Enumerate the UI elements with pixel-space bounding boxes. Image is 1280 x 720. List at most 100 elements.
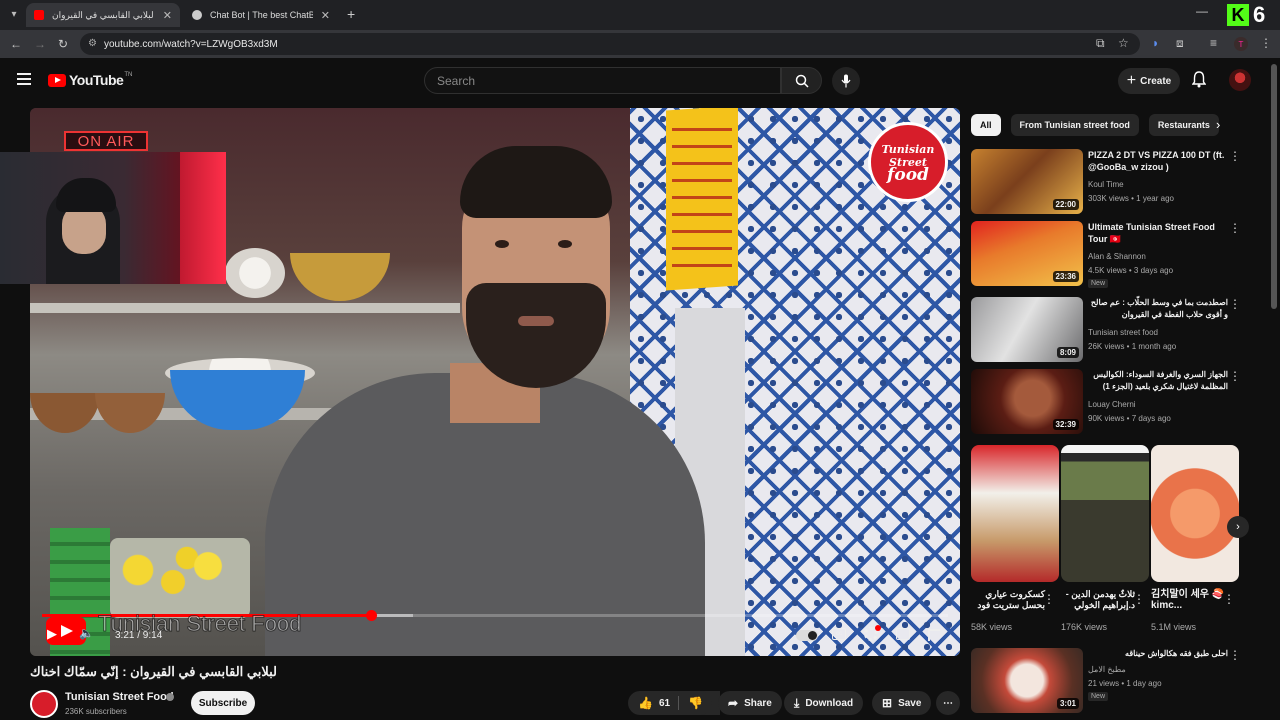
recommendation-title[interactable]: Ultimate Tunisian Street Food Tour 🇹🇳 xyxy=(1088,221,1228,245)
recommendation-title[interactable]: PIZZA 2 DT VS PIZZA 100 DT (ft. @GooBa_w… xyxy=(1088,149,1228,173)
volume-icon[interactable]: 🔈 xyxy=(79,626,94,640)
chip-all[interactable]: All xyxy=(971,114,1001,136)
chip-from-channel[interactable]: From Tunisian street food xyxy=(1010,114,1139,136)
short-thumbnail[interactable] xyxy=(1061,445,1149,582)
close-tab-icon[interactable]: ✕ xyxy=(321,9,330,22)
shelf xyxy=(30,303,460,313)
recommendation-item[interactable]: 8:09 اصطدمت بما في وسط الحلّاب : عم صالح… xyxy=(971,297,1251,365)
streamer-cap xyxy=(56,178,116,212)
forward-icon[interactable]: → xyxy=(34,37,46,51)
share-icon: ➦ xyxy=(728,696,739,710)
more-vertical-icon[interactable]: ⋮ xyxy=(1229,369,1241,383)
reload-icon[interactable]: ↻ xyxy=(58,37,68,51)
more-vertical-icon[interactable]: ⋮ xyxy=(1229,149,1241,163)
tab-title: Chat Bot | The best ChatBot ar xyxy=(210,10,313,20)
chevron-right-icon[interactable]: › xyxy=(1216,117,1220,132)
back-icon[interactable]: ← xyxy=(10,37,22,51)
account-avatar[interactable] xyxy=(1229,69,1251,91)
search-icon xyxy=(795,74,809,88)
recommendation-title[interactable]: الجهاز السري والغرفة السوداء: الكواليس ا… xyxy=(1088,369,1228,393)
recommendation-channel[interactable]: Tunisian street food xyxy=(1088,328,1158,337)
recommendation-channel[interactable]: Louay Cherni xyxy=(1088,400,1136,409)
search-button[interactable] xyxy=(781,67,822,94)
share-button[interactable]: ➦ Share xyxy=(718,691,782,715)
time-display: 3:21 / 9:14 xyxy=(115,630,163,641)
more-vertical-icon[interactable]: ⋮ xyxy=(1133,592,1145,606)
more-vertical-icon[interactable]: ⋮ xyxy=(1229,221,1241,235)
download-button[interactable]: ⤓ Download xyxy=(784,691,864,715)
recommendation-channel[interactable]: Alan & Shannon xyxy=(1088,252,1146,261)
plus-icon: + xyxy=(1126,72,1137,89)
person-eye xyxy=(495,240,509,248)
voice-search-button[interactable] xyxy=(832,67,860,95)
more-actions-button[interactable]: ⋯ xyxy=(936,691,960,715)
more-vertical-icon[interactable]: ⋮ xyxy=(1223,592,1235,606)
recommendation-title[interactable]: اصطدمت بما في وسط الحلّاب : عم صالح و أق… xyxy=(1088,297,1228,321)
tab-chatbot[interactable]: Chat Bot | The best ChatBot ar ✕ xyxy=(184,3,338,27)
video-thumbnail[interactable]: 32:39 xyxy=(971,369,1083,434)
url-text: youtube.com/watch?v=LZWgOB3xd3M xyxy=(104,38,278,50)
recommendation-channel[interactable]: مطبخ الامل xyxy=(1088,665,1126,674)
duration-badge: 8:09 xyxy=(1056,347,1079,358)
tab-search-icon[interactable]: ▾ xyxy=(6,6,22,22)
recommendation-item[interactable]: 32:39 الجهاز السري والغرفة السوداء: الكو… xyxy=(971,369,1251,437)
extensions-puzzle-icon[interactable]: ⧈ xyxy=(1176,36,1184,51)
menu-icon[interactable] xyxy=(17,73,31,85)
subscriber-count: 236K subscribers xyxy=(65,707,127,716)
short-title[interactable]: كسكروت عياري بحسل ستريت فود xyxy=(971,589,1045,611)
like-count: 61 xyxy=(658,697,671,709)
thumbs-down-icon: 👎 xyxy=(688,696,703,710)
site-info-icon[interactable]: ⚙ xyxy=(88,38,97,49)
recommendation-item[interactable]: 23:36 Ultimate Tunisian Street Food Tour… xyxy=(971,221,1251,289)
dislike-button[interactable]: 👎 xyxy=(680,691,712,715)
subscribe-button[interactable]: Subscribe xyxy=(191,691,255,715)
video-thumbnail[interactable]: 8:09 xyxy=(971,297,1083,362)
more-vertical-icon[interactable]: ⋮ xyxy=(1229,648,1241,662)
install-app-icon[interactable]: ⧉ xyxy=(1096,36,1105,51)
video-thumbnail[interactable]: 22:00 xyxy=(971,149,1083,214)
fullscreen-icon[interactable] xyxy=(928,629,940,641)
shorts-next-button[interactable]: › xyxy=(1227,516,1249,538)
create-button[interactable]: + Create xyxy=(1118,68,1180,94)
page-scrollbar[interactable] xyxy=(1271,64,1277,309)
browser-profile-avatar[interactable]: T xyxy=(1234,37,1248,51)
browser-menu-icon[interactable]: ⋮ xyxy=(1260,36,1272,50)
video-thumbnail[interactable]: 23:36 xyxy=(971,221,1083,286)
recommendation-channel[interactable]: Koul Time xyxy=(1088,180,1124,189)
channel-avatar[interactable] xyxy=(30,690,58,718)
short-thumbnail[interactable] xyxy=(1151,445,1239,582)
eggs-image xyxy=(225,248,285,298)
minimize-icon[interactable]: — xyxy=(1196,4,1208,18)
autoplay-toggle[interactable] xyxy=(796,630,818,641)
recommendation-item[interactable]: 3:01 احلى طبق فقه هكالواش حيناقه مطبخ ال… xyxy=(971,648,1251,716)
brand-line: Tunisian xyxy=(881,142,935,156)
video-thumbnail[interactable]: 3:01 xyxy=(971,648,1083,713)
more-vertical-icon[interactable]: ⋮ xyxy=(1043,592,1055,606)
reading-list-icon[interactable]: ≡ xyxy=(1210,36,1217,50)
recommendation-title[interactable]: احلى طبق فقه هكالواش حيناقه xyxy=(1088,648,1228,660)
recommendation-item[interactable]: 22:00 PIZZA 2 DT VS PIZZA 100 DT (ft. @G… xyxy=(971,149,1251,217)
save-label: Save xyxy=(898,697,922,709)
chip-restaurants[interactable]: Restaurants xyxy=(1148,114,1219,136)
short-title[interactable]: ثلاثٌ يهدمن الدين - د.إبراهيم الخولي xyxy=(1061,589,1135,611)
channel-name[interactable]: Tunisian Street Food xyxy=(65,691,174,703)
youtube-logo[interactable]: YouTube TN xyxy=(48,72,132,88)
close-tab-icon[interactable]: ✕ xyxy=(163,9,172,22)
notifications-bell-icon[interactable] xyxy=(1192,71,1206,88)
lemons-image xyxy=(110,538,250,618)
captions-icon[interactable]: cc xyxy=(832,628,846,640)
play-icon[interactable]: ▶ xyxy=(47,626,57,642)
bookmark-star-icon[interactable]: ☆ xyxy=(1118,36,1129,50)
save-button[interactable]: ⊞ Save xyxy=(872,691,932,715)
new-tab-icon[interactable]: + xyxy=(347,6,355,22)
hd-badge xyxy=(875,625,881,631)
miniplayer-icon[interactable] xyxy=(896,628,910,640)
url-field[interactable]: ⚙ youtube.com/watch?v=LZWgOB3xd3M xyxy=(80,33,1140,55)
duration-badge: 22:00 xyxy=(1052,199,1079,210)
search-input[interactable]: Search xyxy=(424,67,781,94)
short-thumbnail[interactable] xyxy=(971,445,1059,582)
tab-youtube[interactable]: لبلابي القابسي في القيروان ✕ xyxy=(26,3,180,27)
short-title[interactable]: 김치말이 세우 🍣 kimc... xyxy=(1151,589,1225,611)
more-vertical-icon[interactable]: ⋮ xyxy=(1229,297,1241,311)
extension-icon[interactable]: ◗ xyxy=(1152,36,1159,50)
